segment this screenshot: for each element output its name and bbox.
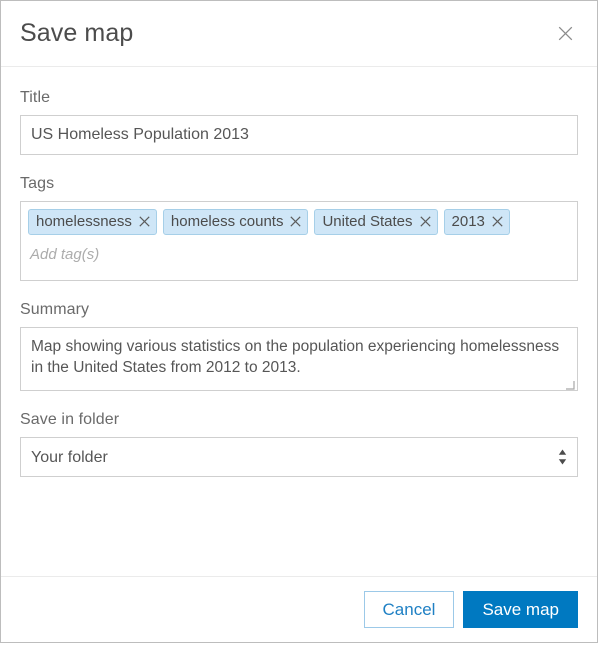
tags-field-group: Tags homelessness homeless counts United… — [20, 175, 578, 281]
title-input[interactable] — [20, 115, 578, 155]
tag-remove-icon[interactable] — [419, 216, 431, 227]
tag-remove-icon[interactable] — [492, 216, 503, 227]
tag-remove-icon[interactable] — [139, 216, 150, 227]
dialog-footer: Cancel Save map — [1, 576, 597, 642]
dialog-body: Title Tags homelessness — [1, 67, 597, 576]
tag-chip[interactable]: homeless counts — [162, 209, 309, 235]
save-map-dialog: Save map Title Tags homelessness — [0, 0, 598, 643]
dialog-header: Save map — [1, 1, 597, 67]
summary-field-group: Summary — [20, 301, 578, 391]
folder-select-wrapper: Your folder — [20, 437, 578, 477]
folder-label: Save in folder — [20, 411, 120, 428]
tags-input-box[interactable]: homelessness homeless counts United Stat… — [20, 201, 578, 281]
tag-remove-icon[interactable] — [290, 216, 302, 227]
tag-chip[interactable]: homelessness — [28, 209, 157, 235]
close-icon — [558, 26, 573, 41]
add-tag-input[interactable]: Add tag(s) — [28, 246, 570, 263]
tag-label: United States — [322, 213, 413, 230]
summary-label: Summary — [20, 301, 90, 318]
tag-label: homelessness — [36, 213, 132, 230]
tag-chip[interactable]: 2013 — [443, 209, 510, 235]
cancel-button[interactable]: Cancel — [363, 591, 455, 628]
folder-select[interactable]: Your folder — [20, 437, 578, 477]
tags-label: Tags — [20, 175, 55, 192]
folder-field-group: Save in folder Your folder — [20, 411, 578, 477]
summary-wrapper — [20, 327, 578, 391]
tag-label: homeless counts — [170, 213, 284, 230]
close-button[interactable] — [552, 21, 578, 47]
save-map-button[interactable]: Save map — [463, 591, 578, 628]
tag-list: homelessness homeless counts United Stat… — [28, 209, 570, 235]
title-field-group: Title — [20, 89, 578, 155]
tag-label: 2013 — [451, 213, 485, 230]
title-label: Title — [20, 89, 51, 106]
summary-textarea[interactable] — [20, 327, 578, 391]
tag-chip[interactable]: United States — [314, 209, 438, 235]
page-title: Save map — [20, 19, 134, 47]
